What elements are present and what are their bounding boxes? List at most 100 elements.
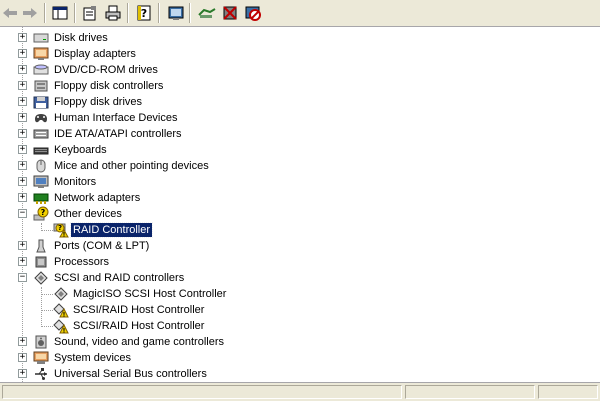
display-adapter-icon xyxy=(33,46,49,62)
mouse-icon xyxy=(33,158,49,174)
category-label[interactable]: Universal Serial Bus controllers xyxy=(52,367,209,381)
expand-toggle-icon[interactable]: + xyxy=(18,337,27,346)
svg-text:?: ? xyxy=(41,208,46,217)
usb-icon xyxy=(33,366,49,382)
ide-controller-icon xyxy=(33,126,49,142)
scsi-controller-icon xyxy=(53,286,69,302)
tree-line xyxy=(41,310,53,311)
tree-line xyxy=(41,326,53,327)
category-label[interactable]: Display adapters xyxy=(52,47,138,61)
category-label[interactable]: Keyboards xyxy=(52,143,109,157)
tree-category-row[interactable]: + Disk drives xyxy=(0,30,600,46)
keyboard-icon xyxy=(33,142,49,158)
tree-category-row[interactable]: −? Other devices xyxy=(0,206,600,222)
system-devices-icon xyxy=(33,350,49,366)
device-label[interactable]: SCSI/RAID Host Controller xyxy=(71,319,206,333)
category-label[interactable]: Ports (COM & LPT) xyxy=(52,239,151,253)
tree-device-row[interactable]: ! SCSI/RAID Host Controller xyxy=(0,302,600,319)
expand-toggle-icon[interactable]: + xyxy=(18,161,27,170)
tree-category-row[interactable]: + Ports (COM & LPT) xyxy=(0,238,600,254)
properties-icon[interactable] xyxy=(80,4,100,22)
tree-category-row[interactable]: + Floppy disk drives xyxy=(0,94,600,110)
expand-toggle-icon[interactable]: + xyxy=(18,145,27,154)
tree-device-row[interactable]: ?! RAID Controller xyxy=(0,222,600,239)
category-label[interactable]: Floppy disk drives xyxy=(52,95,144,109)
print-icon[interactable] xyxy=(103,4,123,22)
tree-device-row[interactable]: MagicISO SCSI Host Controller xyxy=(0,286,600,302)
tree-category-row[interactable]: − SCSI and RAID controllers xyxy=(0,270,600,286)
processor-icon xyxy=(33,254,49,270)
tree-category-row[interactable]: + Display adapters xyxy=(0,46,600,62)
category-label[interactable]: Floppy disk controllers xyxy=(52,79,165,93)
expand-toggle-icon[interactable]: + xyxy=(18,113,27,122)
disable-device-icon[interactable] xyxy=(220,4,240,22)
scan-hardware-changes-icon[interactable] xyxy=(166,4,186,22)
expand-toggle-icon[interactable]: + xyxy=(18,177,27,186)
expand-toggle-icon[interactable]: + xyxy=(18,97,27,106)
category-label[interactable]: Mice and other pointing devices xyxy=(52,159,211,173)
device-label[interactable]: MagicISO SCSI Host Controller xyxy=(71,287,228,301)
category-label[interactable]: Other devices xyxy=(52,207,124,221)
tree-category-row[interactable]: + Sound, video and game controllers xyxy=(0,334,600,350)
update-driver-icon[interactable] xyxy=(197,4,217,22)
port-icon xyxy=(33,238,49,254)
help-icon[interactable]: ? xyxy=(134,4,154,22)
expand-toggle-icon[interactable]: + xyxy=(18,49,27,58)
expand-toggle-icon[interactable]: + xyxy=(18,193,27,202)
device-tree: + Disk drives + Display adapters + DVD/CD-ROM… xyxy=(0,27,600,382)
show-hide-console-tree-icon[interactable] xyxy=(50,4,70,22)
tree-line xyxy=(41,294,53,295)
floppy-drive-icon xyxy=(33,94,49,110)
collapse-toggle-icon[interactable]: − xyxy=(18,273,27,282)
expand-toggle-icon[interactable]: + xyxy=(18,257,27,266)
tree-category-row[interactable]: + Monitors xyxy=(0,174,600,190)
back-icon[interactable] xyxy=(0,4,20,22)
tree-category-row[interactable]: + Processors xyxy=(0,254,600,270)
tree-category-row[interactable]: + Floppy disk controllers xyxy=(0,78,600,94)
floppy-controller-icon xyxy=(33,78,49,94)
expand-toggle-icon[interactable]: + xyxy=(18,369,27,378)
category-label[interactable]: SCSI and RAID controllers xyxy=(52,271,186,285)
category-label[interactable]: Human Interface Devices xyxy=(52,111,180,125)
toolbar: ? xyxy=(0,0,600,27)
scsi-controller-icon xyxy=(33,270,49,286)
category-label[interactable]: System devices xyxy=(52,351,133,365)
expand-toggle-icon[interactable]: + xyxy=(18,81,27,90)
svg-text:?: ? xyxy=(141,7,147,20)
tree-category-row[interactable]: + Network adapters xyxy=(0,190,600,206)
tree-category-row[interactable]: + System devices xyxy=(0,350,600,366)
category-label[interactable]: Monitors xyxy=(52,175,98,189)
category-label[interactable]: Sound, video and game controllers xyxy=(52,335,226,349)
expand-toggle-icon[interactable]: + xyxy=(18,241,27,250)
status-panel-3 xyxy=(538,385,598,399)
device-label[interactable]: SCSI/RAID Host Controller xyxy=(71,303,206,317)
device-label[interactable]: RAID Controller xyxy=(69,222,154,238)
warning-device-icon: ?! xyxy=(53,222,69,239)
status-panel-2 xyxy=(405,385,535,399)
tree-category-row[interactable]: + Mice and other pointing devices xyxy=(0,158,600,174)
tree-category-row[interactable]: + IDE ATA/ATAPI controllers xyxy=(0,126,600,142)
expand-toggle-icon[interactable]: + xyxy=(18,33,27,42)
expand-toggle-icon[interactable]: + xyxy=(18,65,27,74)
category-label[interactable]: DVD/CD-ROM drives xyxy=(52,63,160,77)
warning-scsi-icon: ! xyxy=(53,318,69,335)
sound-icon xyxy=(33,334,49,350)
tree-category-row[interactable]: + Human Interface Devices xyxy=(0,110,600,126)
tree-category-row[interactable]: + Universal Serial Bus controllers xyxy=(0,366,600,382)
uninstall-device-icon[interactable] xyxy=(243,4,263,22)
tree-device-row[interactable]: ! SCSI/RAID Host Controller xyxy=(0,318,600,335)
tree-category-row[interactable]: + Keyboards xyxy=(0,142,600,158)
status-panel-main xyxy=(2,385,402,399)
expand-toggle-icon[interactable]: + xyxy=(18,353,27,362)
category-label[interactable]: Network adapters xyxy=(52,191,142,205)
svg-text:?: ? xyxy=(58,224,62,232)
category-label[interactable]: Processors xyxy=(52,255,111,269)
tree-category-row[interactable]: + DVD/CD-ROM drives xyxy=(0,62,600,78)
tree-line xyxy=(41,230,53,231)
collapse-toggle-icon[interactable]: − xyxy=(18,209,27,218)
category-label[interactable]: IDE ATA/ATAPI controllers xyxy=(52,127,184,141)
network-adapter-icon xyxy=(33,190,49,206)
expand-toggle-icon[interactable]: + xyxy=(18,129,27,138)
category-label[interactable]: Disk drives xyxy=(52,31,110,45)
forward-icon[interactable] xyxy=(20,4,40,22)
